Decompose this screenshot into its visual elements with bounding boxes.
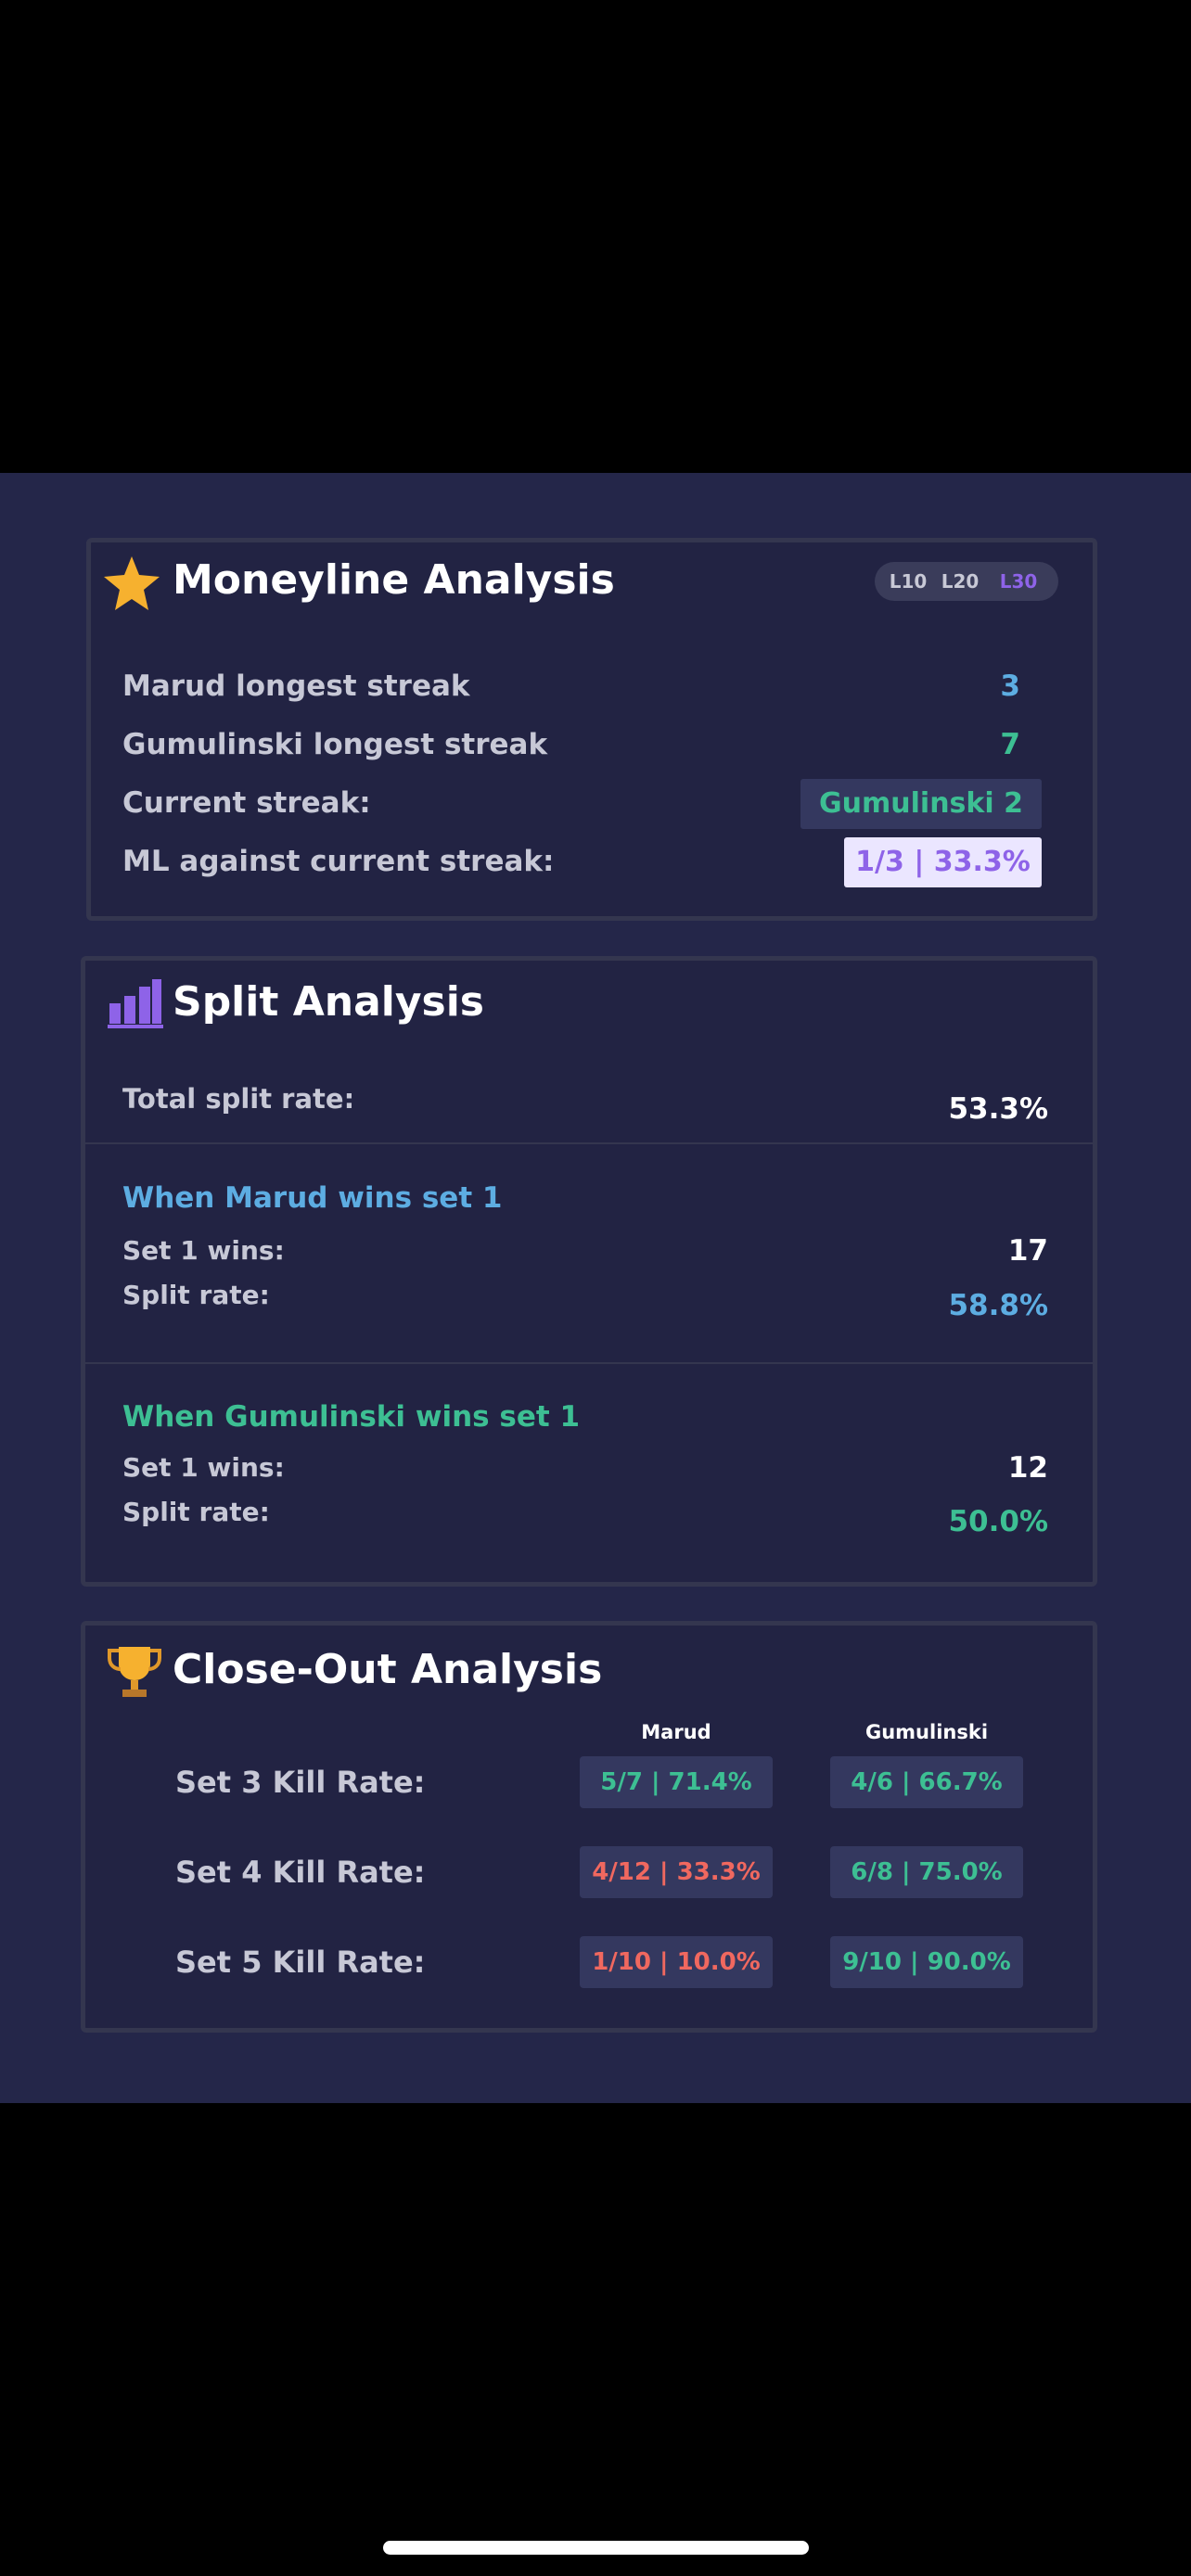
marud-longest-streak-label: Marud longest streak — [122, 670, 470, 703]
set3-gumulinski-chip: 4/6 | 66.7% — [830, 1756, 1023, 1808]
star-icon — [104, 556, 160, 610]
split-analysis-card — [81, 956, 1097, 1587]
set5-marud-chip: 1/10 | 10.0% — [580, 1936, 773, 1988]
column-header-gumulinski: Gumulinski — [864, 1721, 989, 1743]
current-streak-badge: Gumulinski 2 — [800, 779, 1042, 829]
bar-chart-icon — [108, 979, 163, 1028]
set3-kill-rate-label: Set 3 Kill Rate: — [175, 1765, 426, 1800]
set5-kill-rate-label: Set 5 Kill Rate: — [175, 1945, 426, 1980]
closeout-title: Close-Out Analysis — [173, 1646, 603, 1693]
gumulinski-set1-wins-label: Set 1 wins: — [122, 1452, 285, 1483]
home-indicator[interactable] — [383, 2541, 809, 2555]
tab-l20[interactable]: L20 — [934, 562, 986, 601]
column-header-marud: Marud — [641, 1721, 711, 1743]
gumulinski-set1-wins-value: 12 — [1007, 1451, 1048, 1485]
split-title: Split Analysis — [173, 978, 484, 1026]
gumulinski-longest-streak-label: Gumulinski longest streak — [122, 728, 548, 761]
split-divider-1 — [85, 1142, 1093, 1144]
moneyline-title: Moneyline Analysis — [173, 556, 615, 604]
gumulinski-wins-set1-heading: When Gumulinski wins set 1 — [122, 1400, 581, 1434]
marud-longest-streak-value: 3 — [1000, 670, 1020, 703]
trophy-icon — [108, 1647, 161, 1697]
set4-kill-rate-label: Set 4 Kill Rate: — [175, 1855, 426, 1890]
set3-marud-chip: 5/7 | 71.4% — [580, 1756, 773, 1808]
tab-l10[interactable]: L10 — [884, 562, 932, 601]
range-tabs: L10 L20 L30 — [875, 562, 1058, 601]
marud-set1-wins-value: 17 — [1007, 1234, 1048, 1268]
ml-against-streak-label: ML against current streak: — [122, 845, 555, 878]
gumulinski-split-rate-value: 50.0% — [948, 1505, 1048, 1538]
gumulinski-split-rate-label: Split rate: — [122, 1497, 270, 1527]
ml-against-streak-badge: 1/3 | 33.3% — [844, 837, 1042, 887]
tab-l30[interactable]: L30 — [988, 562, 1049, 601]
marud-set1-wins-label: Set 1 wins: — [122, 1235, 285, 1266]
marud-wins-set1-heading: When Marud wins set 1 — [122, 1181, 503, 1215]
set5-gumulinski-chip: 9/10 | 90.0% — [830, 1936, 1023, 1988]
total-split-rate-value: 53.3% — [948, 1092, 1048, 1126]
set4-gumulinski-chip: 6/8 | 75.0% — [830, 1846, 1023, 1898]
total-split-rate-label: Total split rate: — [122, 1083, 355, 1115]
current-streak-label: Current streak: — [122, 786, 371, 820]
marud-split-rate-label: Split rate: — [122, 1280, 270, 1310]
marud-split-rate-value: 58.8% — [948, 1289, 1048, 1322]
gumulinski-longest-streak-value: 7 — [1000, 728, 1020, 761]
split-divider-2 — [85, 1362, 1093, 1364]
set4-marud-chip: 4/12 | 33.3% — [580, 1846, 773, 1898]
